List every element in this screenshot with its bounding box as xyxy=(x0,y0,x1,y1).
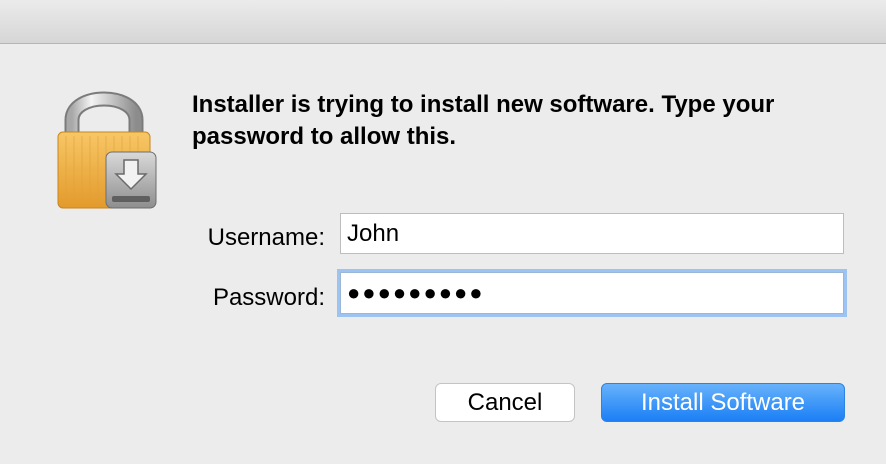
lock-icon xyxy=(52,82,164,212)
authorization-dialog: Installer is trying to install new softw… xyxy=(0,0,886,464)
install-software-button[interactable]: Install Software xyxy=(601,383,845,422)
username-label: Username: xyxy=(207,224,325,251)
dialog-message: Installer is trying to install new softw… xyxy=(192,91,775,150)
cancel-button[interactable]: Cancel xyxy=(435,383,575,422)
username-field[interactable]: John xyxy=(340,213,844,254)
title-bar[interactable] xyxy=(0,0,886,44)
password-label: Password: xyxy=(212,284,325,311)
password-field[interactable]: ●●●●●●●●● xyxy=(340,272,844,314)
